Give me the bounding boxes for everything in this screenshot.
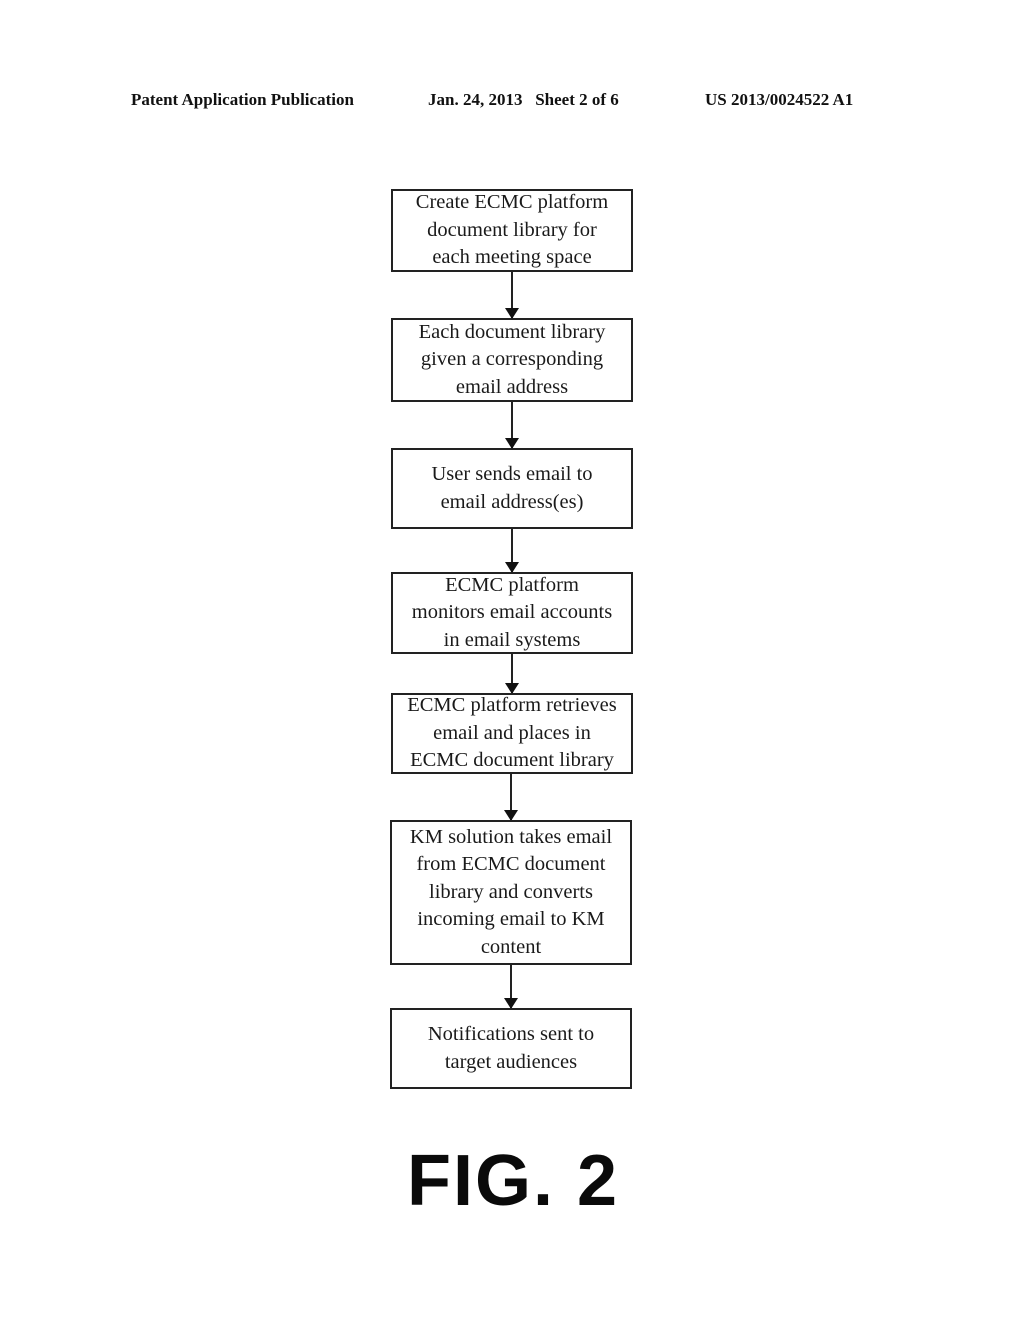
figure-label: FIG. 2 [406,1141,620,1221]
step-text: ECMC platform retrieves email and places… [407,694,617,772]
step-text: ECMC platform monitors email accounts in… [411,573,613,651]
arrow-down-icon [505,272,519,319]
arrow-down-icon [504,965,518,1009]
step-monitor-accounts: ECMC platform monitors email accounts in… [391,572,633,654]
step-convert-km: KM solution takes email from ECMC docume… [390,820,632,965]
arrow-down-icon [505,529,519,573]
arrow-down-icon [504,774,518,821]
step-text: Create ECMC platform document library fo… [415,191,609,269]
step-assign-email: Each document library given a correspond… [391,318,633,402]
step-notifications: Notifications sent to target audiences [390,1008,632,1089]
step-text: KM solution takes email from ECMC docume… [409,825,613,958]
step-text: User sends email to email address(es) [431,463,593,513]
step-retrieve-email: ECMC platform retrieves email and places… [391,693,633,774]
step-create-library: Create ECMC platform document library fo… [391,189,633,272]
step-text: Each document library given a correspond… [418,320,606,398]
step-text: Notifications sent to target audiences [427,1023,595,1073]
step-user-sends-email: User sends email to email address(es) [391,448,633,529]
patent-number: US 2013/0024522 A1 [705,90,854,109]
date-sheet: Jan. 24, 2013 Sheet 2 of 6 [428,90,619,109]
publication-title: Patent Application Publication [131,90,354,109]
arrow-down-icon [505,654,519,694]
arrow-down-icon [505,402,519,449]
